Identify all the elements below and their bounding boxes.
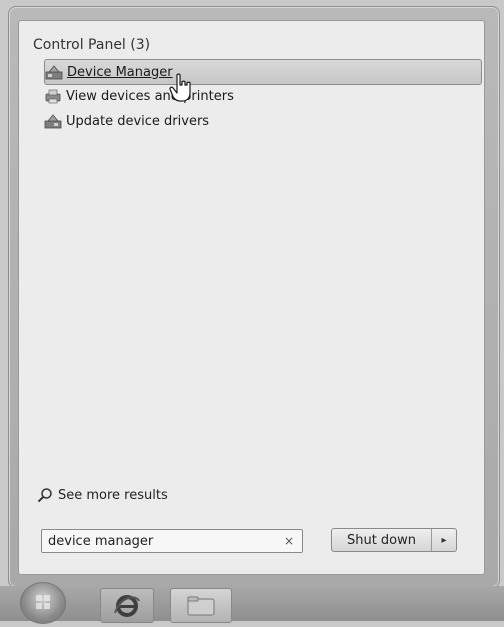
result-update-device-drivers[interactable]: Update device drivers bbox=[44, 109, 480, 133]
devices-printers-icon bbox=[45, 89, 61, 104]
device-drivers-icon bbox=[44, 114, 62, 129]
internet-explorer-icon bbox=[114, 594, 140, 617]
result-view-devices-printers[interactable]: View devices and printers bbox=[44, 84, 480, 108]
see-more-label: See more results bbox=[58, 487, 168, 503]
shut-down-button[interactable]: Shut down bbox=[332, 529, 432, 551]
search-input[interactable]: device manager × bbox=[41, 529, 303, 553]
search-input-value[interactable]: device manager bbox=[48, 534, 282, 549]
result-label: View devices and printers bbox=[66, 88, 234, 104]
close-icon[interactable]: × bbox=[282, 534, 296, 548]
device-manager-icon bbox=[45, 65, 63, 80]
result-device-manager[interactable]: Device Manager bbox=[44, 59, 482, 85]
search-icon bbox=[37, 488, 52, 503]
taskbar bbox=[0, 582, 504, 624]
taskbar-internet-explorer[interactable] bbox=[100, 588, 154, 623]
windows-logo-icon bbox=[36, 595, 50, 609]
shut-down-options-arrow-icon[interactable]: ▸ bbox=[432, 529, 456, 551]
start-orb[interactable] bbox=[20, 582, 66, 624]
result-label: Device Manager bbox=[67, 64, 173, 80]
search-results-panel: Control Panel (3) Device Manager View de… bbox=[18, 20, 485, 575]
result-label: Update device drivers bbox=[66, 113, 210, 129]
windows-explorer-icon bbox=[187, 596, 215, 615]
section-header-control-panel: Control Panel (3) bbox=[33, 37, 151, 53]
hand-cursor-icon bbox=[169, 73, 191, 102]
taskbar-windows-explorer[interactable] bbox=[170, 588, 232, 623]
shut-down-button-group: Shut down ▸ bbox=[331, 528, 457, 552]
see-more-results-link[interactable]: See more results bbox=[37, 487, 168, 503]
